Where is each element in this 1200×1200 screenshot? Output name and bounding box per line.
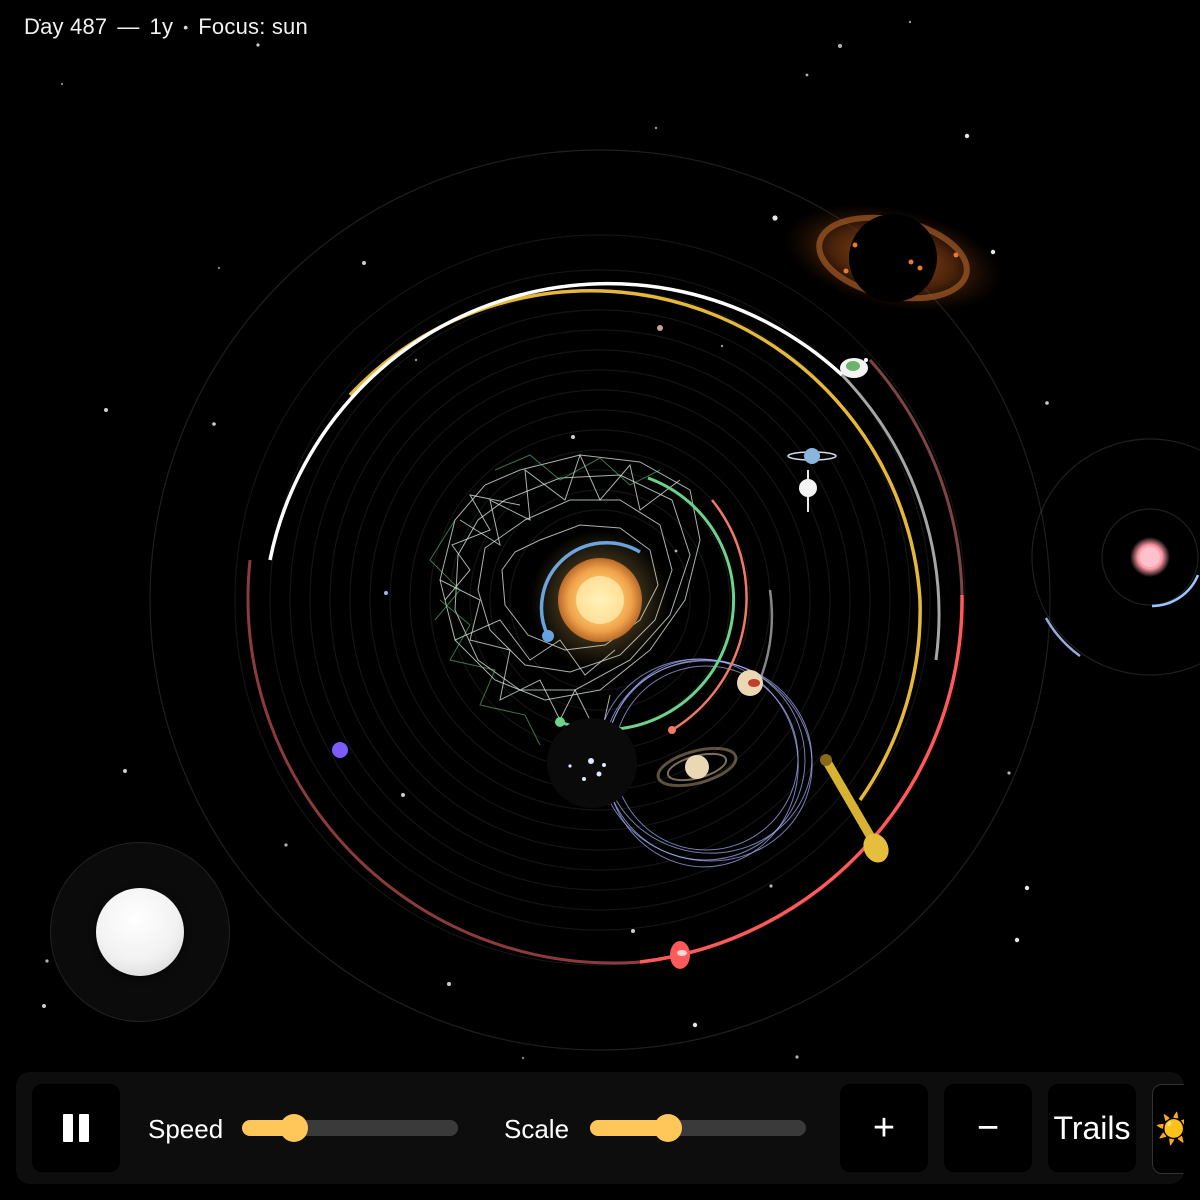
planet-coral[interactable] [668, 726, 676, 734]
solar-system-canvas[interactable] [0, 0, 1200, 1200]
scale-slider[interactable] [590, 1114, 806, 1142]
elapsed-time: 1y [149, 14, 174, 39]
sun-icon: ☀️ [1155, 1112, 1184, 1146]
companion-star[interactable] [1031, 438, 1200, 676]
dark-cluster[interactable] [547, 718, 637, 808]
zoom-in-label: + [872, 1107, 896, 1149]
zoom-out-button[interactable]: − [944, 1084, 1032, 1172]
planet-green[interactable] [555, 717, 565, 727]
asteroid-small[interactable] [657, 325, 663, 331]
scale-label: Scale [504, 1114, 570, 1144]
sun[interactable] [530, 530, 670, 670]
planet-white-snow[interactable] [840, 358, 868, 378]
focus-sun-button[interactable]: ☀️ [1152, 1084, 1184, 1174]
planet-spotted[interactable] [737, 670, 763, 696]
black-hole[interactable] [773, 186, 1013, 330]
focus-label: Focus: sun [198, 14, 308, 39]
status-hud: Day 487 — 1y • Focus: sun [24, 14, 308, 40]
control-toolbar: Speed Scale + − Trails ☀️ [16, 1072, 1184, 1184]
zoom-out-label: − [976, 1107, 1000, 1149]
trails-label: Trails [1053, 1109, 1131, 1146]
joystick-knob[interactable] [96, 888, 184, 976]
speed-slider[interactable] [242, 1114, 458, 1142]
pause-button[interactable] [32, 1084, 120, 1172]
planet-purple[interactable] [332, 742, 348, 758]
trails-button[interactable]: Trails [1048, 1084, 1136, 1172]
hud-dash: — [117, 14, 140, 39]
zoom-in-button[interactable]: + [840, 1084, 928, 1172]
pause-icon [63, 1114, 89, 1142]
satellite-white[interactable] [799, 470, 817, 512]
hud-separator: • [183, 19, 189, 35]
day-counter: Day 487 [24, 14, 108, 39]
scale-slider-thumb[interactable] [653, 1114, 682, 1142]
speed-slider-thumb[interactable] [279, 1114, 308, 1142]
planet-red[interactable] [670, 941, 690, 969]
speed-label: Speed [148, 1114, 224, 1144]
